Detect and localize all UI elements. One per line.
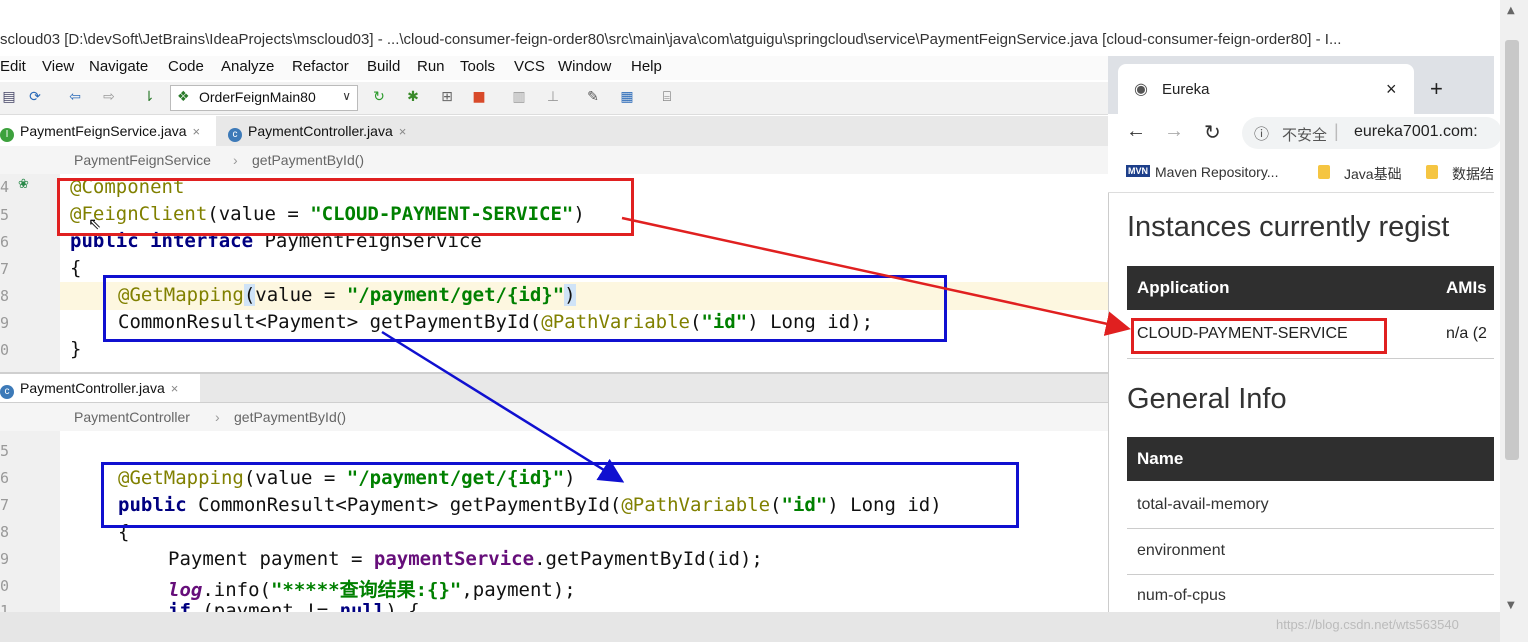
- blue-arrow: [381, 330, 625, 483]
- scroll-up-icon[interactable]: ▲: [1507, 5, 1515, 16]
- watermark: https://blog.csdn.net/wts563540: [1276, 617, 1459, 632]
- scroll-down-icon[interactable]: ▼: [1507, 600, 1515, 611]
- red-arrow: [621, 216, 1131, 336]
- annotation-arrows: [381, 216, 1131, 483]
- scrollbar-thumb[interactable]: [1505, 40, 1519, 460]
- horizontal-scrollbar[interactable]: [0, 612, 1500, 642]
